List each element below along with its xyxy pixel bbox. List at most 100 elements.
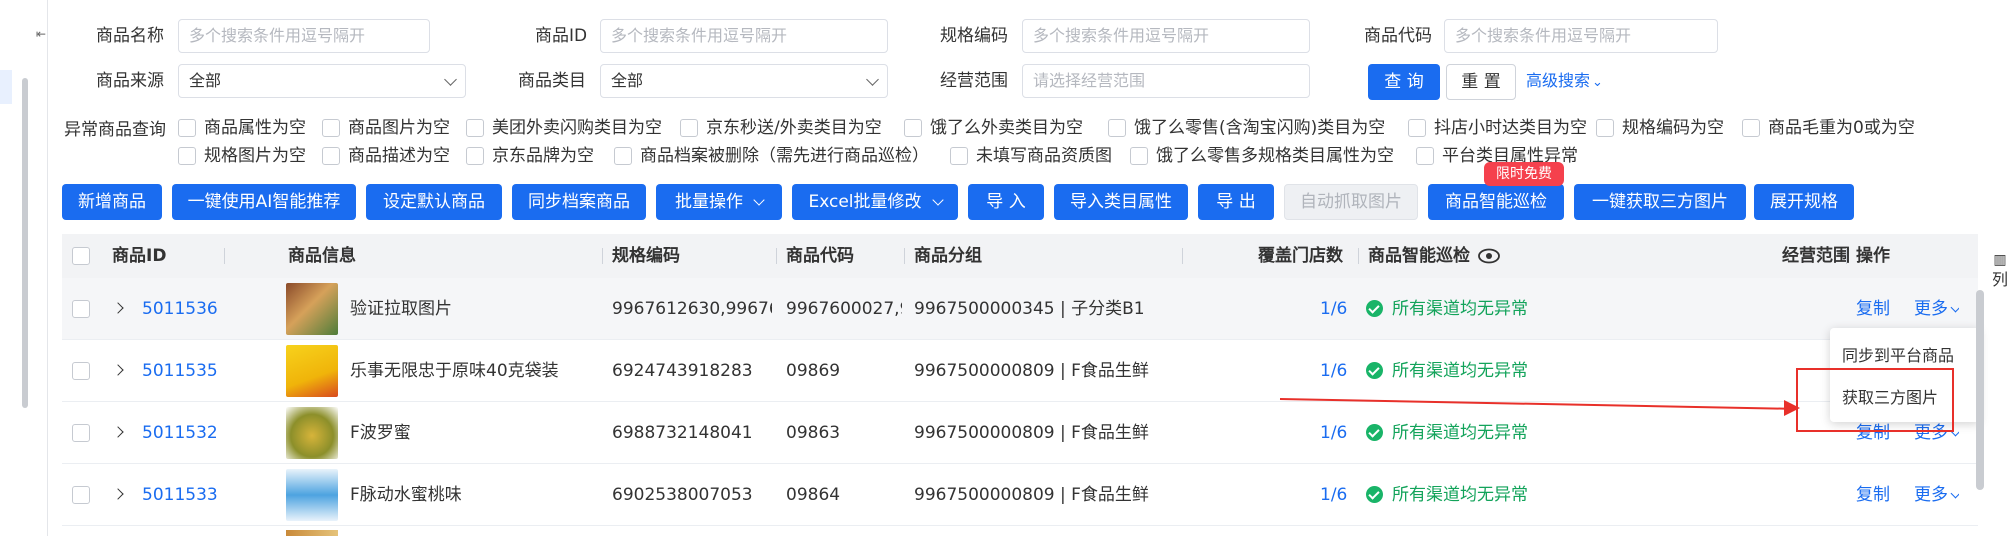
anomaly-option-checkbox[interactable] (178, 119, 196, 137)
anomaly-option-checkbox[interactable] (1416, 147, 1434, 165)
store-count-link[interactable]: 1/6 (1320, 340, 1347, 402)
patrol-status: 所有渠道均无异常 (1392, 299, 1528, 319)
grid-icon: ▥ (1993, 252, 2007, 268)
import-attr-button[interactable]: 导入类目属性 (1054, 184, 1188, 220)
source-select[interactable]: 全部 (178, 64, 466, 98)
advanced-search-link[interactable]: 高级搜索 ⌄ (1526, 64, 1603, 100)
table-scrollbar[interactable] (1976, 290, 1984, 490)
anomaly-label: 异常商品查询 (64, 120, 166, 140)
product-id-input[interactable]: 多个搜索条件用逗号隔开 (600, 19, 888, 53)
anomaly-option-label: 饿了么零售(含淘宝闪购)类目为空 (1134, 118, 1386, 138)
excel-batch-button[interactable]: Excel批量修改 (792, 184, 958, 220)
anomaly-option-label: 商品毛重为0或为空 (1768, 118, 1915, 138)
store-count-link[interactable]: 1/6 (1320, 278, 1347, 340)
copy-link[interactable]: 复制 (1856, 464, 1890, 526)
anomaly-option-checkbox[interactable] (466, 119, 484, 137)
source-select-value: 全部 (189, 71, 222, 90)
more-label: 更多 (1914, 299, 1948, 319)
anomaly-option-label: 商品图片为空 (348, 118, 450, 138)
eye-icon[interactable] (1478, 246, 1500, 266)
check-circle-icon (1366, 486, 1383, 503)
select-all-checkbox[interactable] (72, 247, 90, 265)
anomaly-option-checkbox[interactable] (904, 119, 922, 137)
anomaly-option-checkbox[interactable] (466, 147, 484, 165)
anomaly-option-checkbox[interactable] (614, 147, 632, 165)
batch-ops-label: 批量操作 (675, 192, 743, 212)
anomaly-option-checkbox[interactable] (950, 147, 968, 165)
col-divider (1358, 248, 1359, 264)
third-party-image-button[interactable]: 一键获取三方图片 (1574, 184, 1746, 220)
expand-spec-button[interactable]: 展开规格 (1754, 184, 1854, 220)
chevron-down-icon (753, 194, 765, 206)
anomaly-option-checkbox[interactable] (322, 147, 340, 165)
set-default-button[interactable]: 设定默认商品 (366, 184, 502, 220)
col-divider (904, 248, 905, 264)
row-checkbox[interactable] (72, 362, 90, 380)
col-ops: 操作 (1856, 246, 1890, 266)
chevron-right-icon[interactable] (112, 302, 124, 314)
collapse-icon[interactable]: ⇤ (36, 26, 46, 42)
batch-ops-button[interactable]: 批量操作 (656, 184, 782, 220)
product-id-link[interactable]: 5011536 (142, 278, 218, 340)
product-code: 09863 (786, 423, 841, 443)
anomaly-option-checkbox[interactable] (1108, 119, 1126, 137)
menu-item-sync-platform[interactable]: 同步到平台商品 (1842, 342, 1954, 366)
anomaly-option-label: 商品描述为空 (348, 146, 450, 166)
col-group: 商品分组 (914, 246, 982, 266)
anomaly-option-checkbox[interactable] (1130, 147, 1148, 165)
query-button[interactable]: 查 询 (1368, 64, 1440, 100)
spec-code-input[interactable]: 多个搜索条件用逗号隔开 (1022, 19, 1310, 53)
product-name-input[interactable]: 多个搜索条件用逗号隔开 (178, 19, 430, 53)
more-link[interactable]: 更多 (1914, 464, 1959, 526)
check-circle-icon (1366, 362, 1383, 379)
reset-button[interactable]: 重 置 (1446, 64, 1516, 100)
smart-patrol-button[interactable]: 商品智能巡检 (1428, 184, 1564, 220)
anomaly-option-checkbox[interactable] (1596, 119, 1614, 137)
col-divider (224, 248, 225, 264)
row-checkbox[interactable] (72, 300, 90, 318)
anomaly-option-label: 规格编码为空 (1622, 118, 1724, 138)
chevron-right-icon[interactable] (112, 488, 124, 500)
nav-scrollbar[interactable] (22, 78, 28, 408)
col-code: 商品代码 (786, 246, 854, 266)
anomaly-option-checkbox[interactable] (322, 119, 340, 137)
category-select[interactable]: 全部 (600, 64, 888, 98)
nav-item-active[interactable] (0, 70, 12, 104)
anomaly-option-checkbox[interactable] (178, 147, 196, 165)
anomaly-option-checkbox[interactable] (680, 119, 698, 137)
row-checkbox[interactable] (72, 486, 90, 504)
chevron-right-icon[interactable] (112, 426, 124, 438)
anomaly-option-checkbox[interactable] (1408, 119, 1426, 137)
table-row[interactable]: 5011535 乐事无限忠于原味40克袋装 6924743918283 09869 99… (62, 340, 1978, 402)
product-id-link[interactable]: 5011535 (142, 340, 218, 402)
table-row[interactable]: 5011532 F波罗蜜 6988732148041 09863 99675000008… (62, 402, 1978, 464)
double-chevron-icon: ⌄ (1592, 75, 1603, 90)
anomaly-option-label: 饿了么外卖类目为空 (930, 118, 1083, 138)
scope-select[interactable]: 请选择经营范围 (1022, 64, 1310, 98)
ai-recommend-button[interactable]: 一键使用AI智能推荐 (172, 184, 356, 220)
anomaly-option-label: 饿了么零售多规格类目属性为空 (1156, 146, 1394, 166)
anomaly-option-checkbox[interactable] (1742, 119, 1760, 137)
product-code-input[interactable]: 多个搜索条件用逗号隔开 (1444, 19, 1718, 53)
import-button[interactable]: 导 入 (968, 184, 1044, 220)
left-nav-strip: ⇤ (0, 0, 48, 536)
table-row[interactable]: 5011533 F脉动水蜜桃味 6902538007053 09864 99675000… (62, 464, 1978, 526)
chevron-right-icon[interactable] (112, 364, 124, 376)
spec-code: 6988732148041 (612, 423, 753, 443)
product-group: 9967500000809 | F食品生鲜 (914, 361, 1149, 381)
row-checkbox[interactable] (72, 424, 90, 442)
export-button[interactable]: 导 出 (1198, 184, 1274, 220)
product-name: F脉动水蜜桃味 (350, 485, 462, 505)
column-settings[interactable]: ▥ 列 (1990, 250, 2010, 290)
store-count-link[interactable]: 1/6 (1320, 402, 1347, 464)
anomaly-option-label: 规格图片为空 (204, 146, 306, 166)
table-row[interactable]: 5011536 验证拉取图片 9967612630,9967612 996760002… (62, 278, 1978, 340)
anomaly-option-label: 京东品牌为空 (492, 146, 594, 166)
product-id-link[interactable]: 5011533 (142, 464, 218, 526)
store-count-link[interactable]: 1/6 (1320, 464, 1347, 526)
product-id-link[interactable]: 5011532 (142, 402, 218, 464)
add-product-button[interactable]: 新增商品 (62, 184, 162, 220)
annotation-highlight-box (1796, 368, 1954, 432)
sync-archive-button[interactable]: 同步档案商品 (512, 184, 646, 220)
product-group: 9967500000809 | F食品生鲜 (914, 485, 1149, 505)
